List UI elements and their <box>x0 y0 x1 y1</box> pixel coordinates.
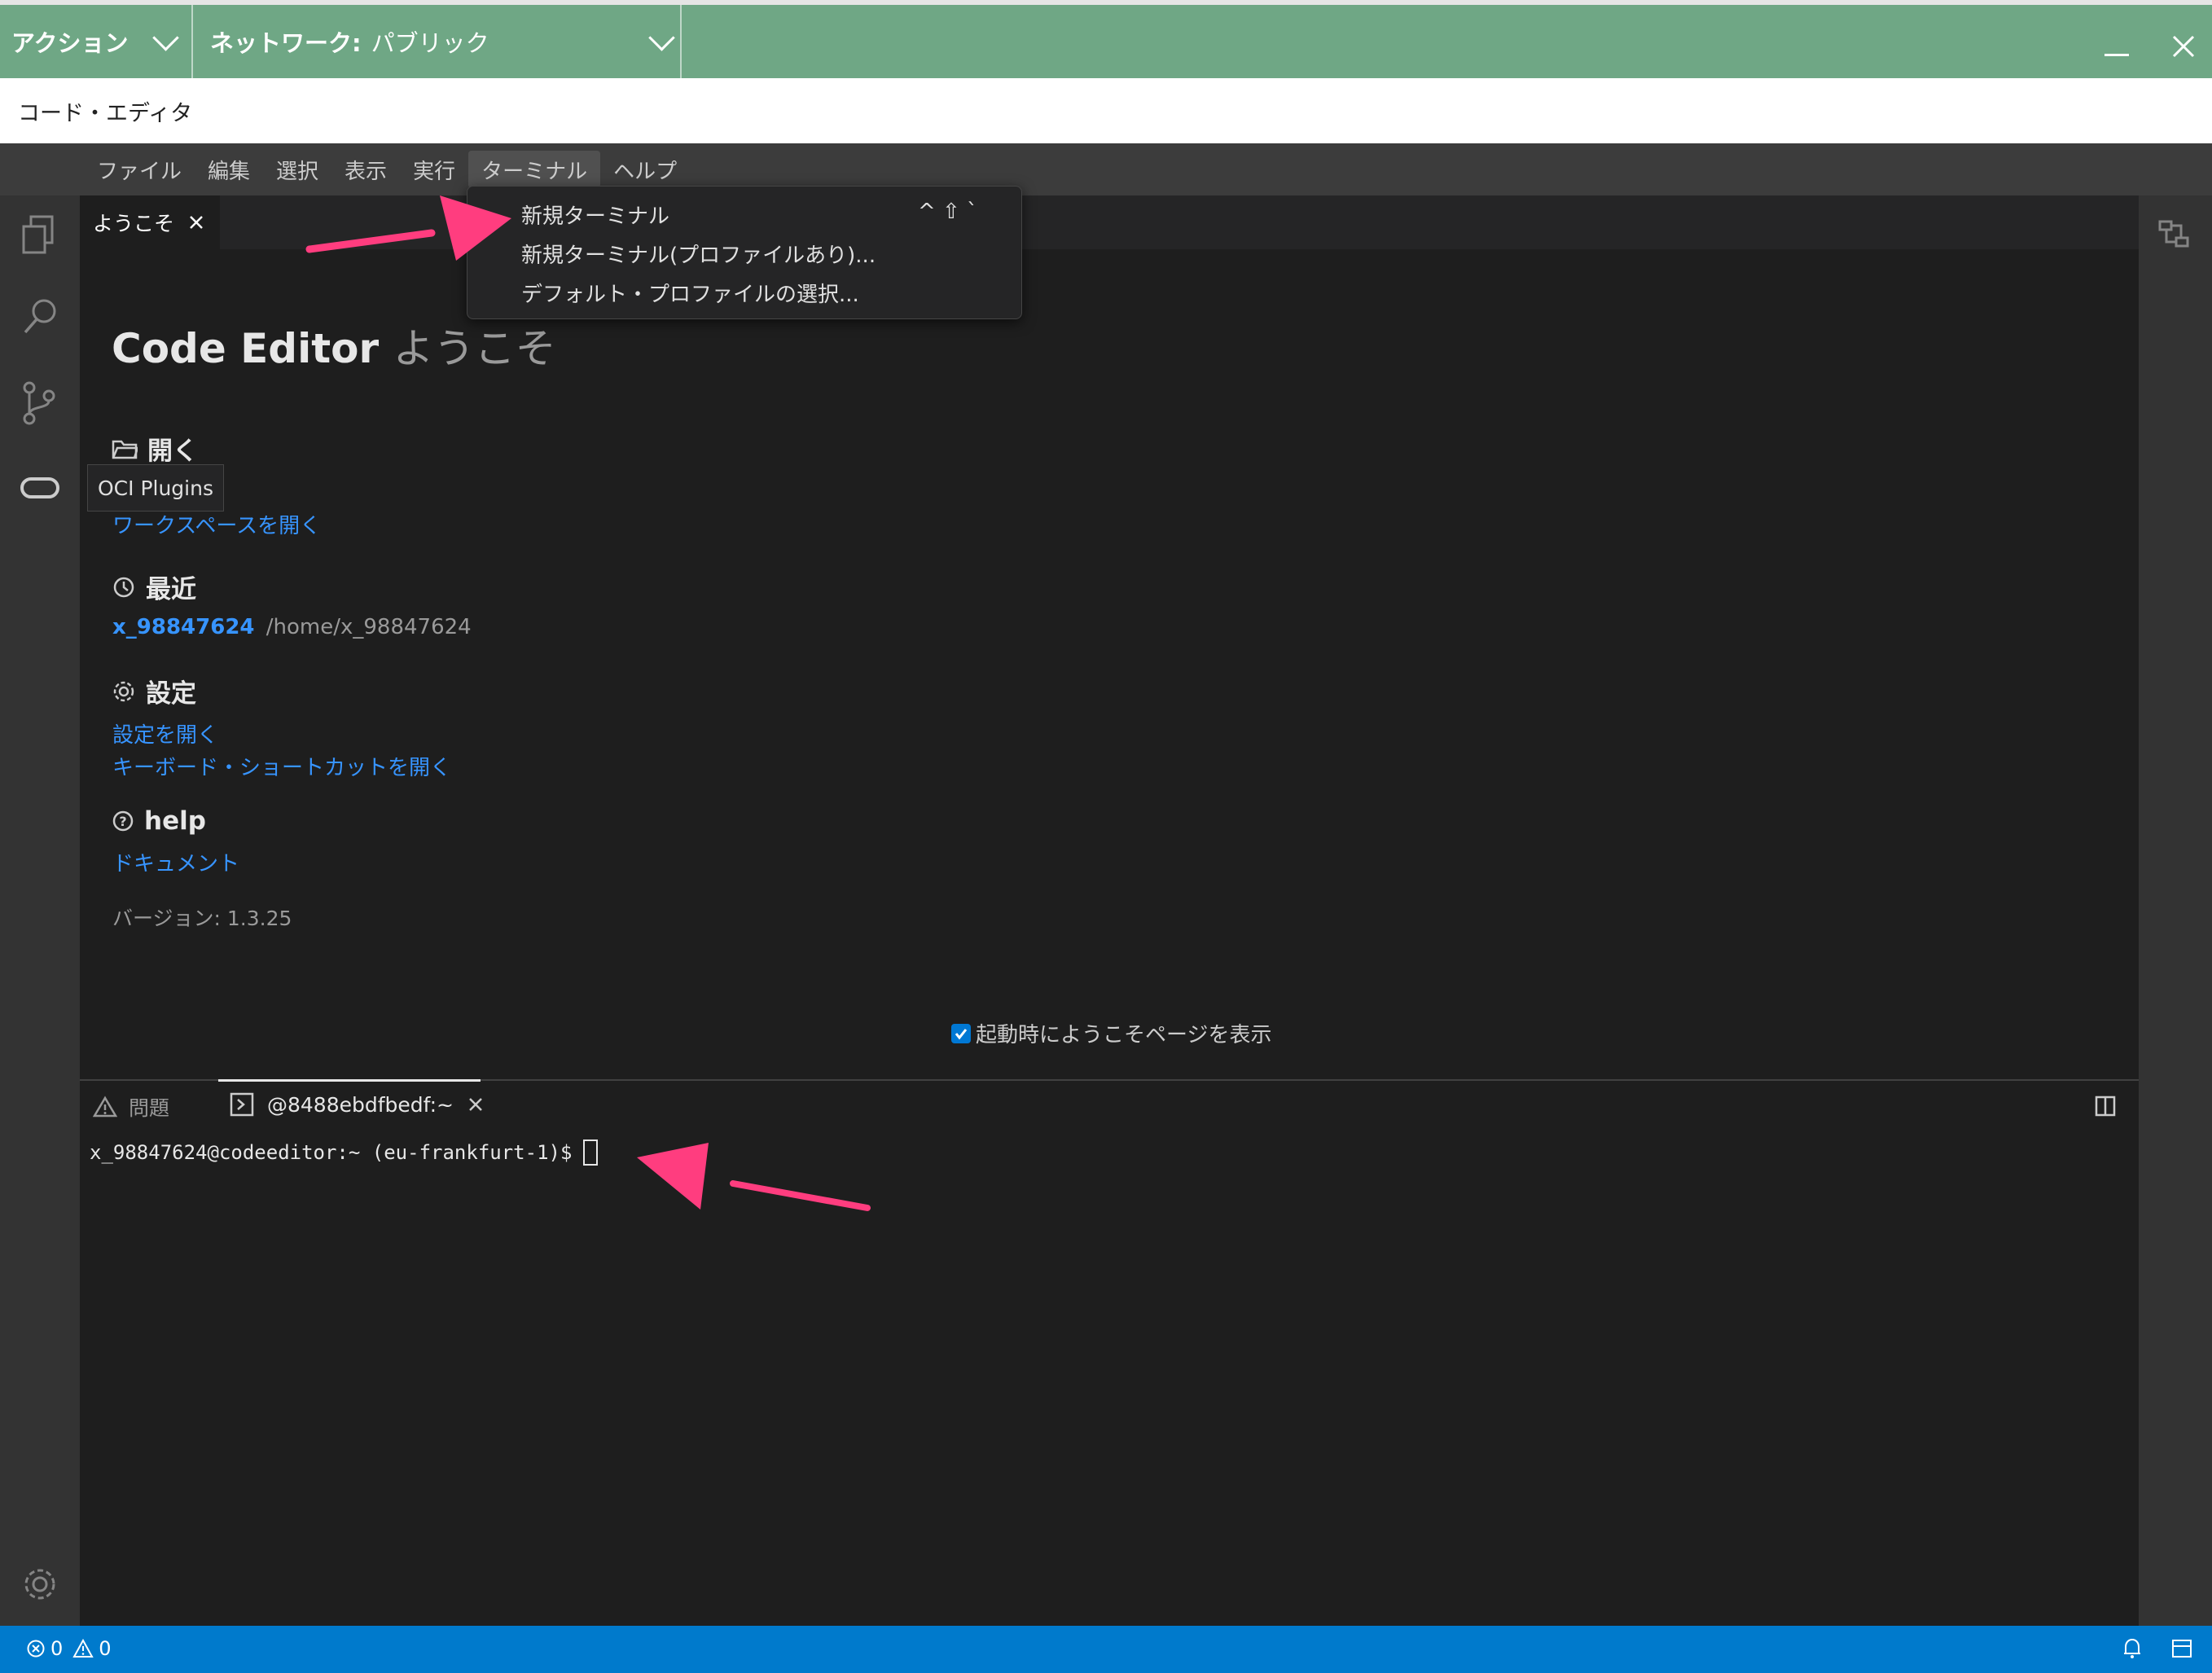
terminal-cursor <box>583 1139 599 1166</box>
error-count: 0 <box>50 1637 64 1660</box>
shortcut-new-terminal: ^ ⇧ ` <box>918 200 978 224</box>
menu-run[interactable]: 実行 <box>400 151 468 188</box>
terminal-icon <box>230 1092 254 1117</box>
show-on-startup-label: 起動時にようこそページを表示 <box>976 1023 1272 1047</box>
warning-icon <box>72 1639 94 1658</box>
secondary-bar <box>2139 195 2212 1626</box>
version-text: バージョン: 1.3.25 <box>112 907 292 930</box>
menu-view[interactable]: 表示 <box>331 151 400 188</box>
tab-problems-label: 問題 <box>129 1096 170 1120</box>
close-icon[interactable] <box>2171 34 2196 59</box>
layout-icon[interactable] <box>2171 1639 2192 1658</box>
close-icon[interactable] <box>468 1097 483 1112</box>
oci-plugins-tooltip: OCI Plugins <box>87 464 224 512</box>
show-on-startup: 起動時にようこそページを表示 <box>951 1018 1271 1048</box>
menu-item-select-default-profile[interactable]: デフォルト・プロファイルの選択... <box>521 278 859 308</box>
history-icon <box>113 577 134 597</box>
bell-icon[interactable] <box>2122 1637 2142 1660</box>
menu-item-new-terminal[interactable]: 新規ターミナル <box>521 200 669 230</box>
status-bar: 0 0 <box>0 1626 2212 1673</box>
annotation-arrow <box>637 1143 871 1211</box>
gear-icon <box>113 681 134 701</box>
source-control-icon[interactable] <box>21 381 59 425</box>
terminal-menu-dropdown: 新規ターミナル ^ ⇧ ` 新規ターミナル(プロファイルあり)... デフォルト… <box>467 186 1022 319</box>
oci-plugins-icon[interactable] <box>20 476 60 500</box>
menu-item-new-terminal-profile[interactable]: 新規ターミナル(プロファイルあり)... <box>521 239 876 269</box>
chevron-down-icon <box>647 24 675 51</box>
remote-icon[interactable] <box>2157 217 2192 252</box>
menu-terminal[interactable]: ターミナル <box>468 151 601 188</box>
welcome-title-main: Code Editor <box>112 325 380 372</box>
keyboard-shortcuts-link[interactable]: キーボード・ショートカットを開く <box>112 751 451 781</box>
action-label: アクション <box>11 29 129 57</box>
network-label: ネットワーク: <box>210 29 362 57</box>
network-value: パブリック <box>371 29 489 57</box>
menu-file[interactable]: ファイル <box>84 151 195 188</box>
split-terminal-icon[interactable] <box>2095 1096 2116 1117</box>
menu-help[interactable]: ヘルプ <box>600 151 690 188</box>
welcome-title-sub: ようこそ <box>393 325 556 372</box>
active-tab-indicator <box>218 1079 481 1082</box>
divider <box>191 5 193 78</box>
minimize-icon[interactable] <box>2104 54 2129 56</box>
activity-bar <box>0 195 80 1626</box>
welcome-title: Code Editor ようこそ <box>112 316 556 375</box>
search-icon[interactable] <box>21 296 59 337</box>
action-menu[interactable]: アクション <box>11 5 179 78</box>
menu-edit[interactable]: 編集 <box>195 151 263 188</box>
docs-link[interactable]: ドキュメント <box>112 847 239 877</box>
tab-problems[interactable]: 問題 <box>93 1092 169 1122</box>
folder-icon <box>112 440 138 459</box>
tab-welcome[interactable]: ようこそ <box>80 195 220 249</box>
bottom-panel: 問題 @8488ebdfbedf:~ x_98847624@codeeditor… <box>80 1079 2139 1626</box>
recent-item-path: /home/x_98847624 <box>266 615 472 639</box>
close-icon[interactable] <box>189 215 204 230</box>
terminal-output[interactable]: x_98847624@codeeditor:~ (eu-frankfurt-1)… <box>90 1139 599 1166</box>
status-problems[interactable]: 0 0 <box>26 1637 112 1660</box>
explorer-icon[interactable] <box>21 215 59 256</box>
help-heading: ? help <box>112 806 206 836</box>
recent-heading: 最近 <box>112 569 196 605</box>
check-icon <box>955 1028 968 1039</box>
recent-item-link[interactable]: x_98847624 <box>112 615 255 639</box>
svg-text:?: ? <box>119 814 126 829</box>
tab-terminal[interactable]: @8488ebdfbedf:~ <box>230 1092 483 1117</box>
warning-icon <box>93 1096 117 1118</box>
recent-item: x_98847624 /home/x_98847624 <box>112 615 472 639</box>
open-heading-text: 開く <box>147 437 198 466</box>
gear-icon[interactable] <box>20 1564 60 1605</box>
open-settings-link[interactable]: 設定を開く <box>112 718 218 749</box>
terminal-prompt: x_98847624@codeeditor:~ (eu-frankfurt-1)… <box>90 1141 573 1164</box>
recent-heading-text: 最近 <box>146 575 196 604</box>
divider <box>680 5 682 78</box>
help-icon: ? <box>112 810 134 832</box>
tab-label: ようこそ <box>93 212 175 235</box>
menu-selection[interactable]: 選択 <box>263 151 331 188</box>
top-frame-bar: アクション ネットワーク: パブリック <box>0 0 2212 78</box>
settings-heading-text: 設定 <box>146 679 196 709</box>
window-title: コード・エディタ <box>0 78 2212 143</box>
chevron-down-icon <box>151 24 179 51</box>
open-heading: 開く <box>112 430 198 467</box>
network-menu[interactable]: ネットワーク: パブリック <box>210 5 675 78</box>
error-icon <box>27 1640 45 1658</box>
warning-count: 0 <box>99 1637 112 1660</box>
annotation-arrow <box>305 195 511 261</box>
show-on-startup-checkbox[interactable] <box>951 1023 971 1043</box>
settings-heading: 設定 <box>112 673 196 709</box>
open-workspace-link[interactable]: ワークスペースを開く <box>112 509 321 539</box>
help-heading-text: help <box>144 806 206 836</box>
tab-terminal-label: @8488ebdfbedf:~ <box>267 1092 454 1117</box>
